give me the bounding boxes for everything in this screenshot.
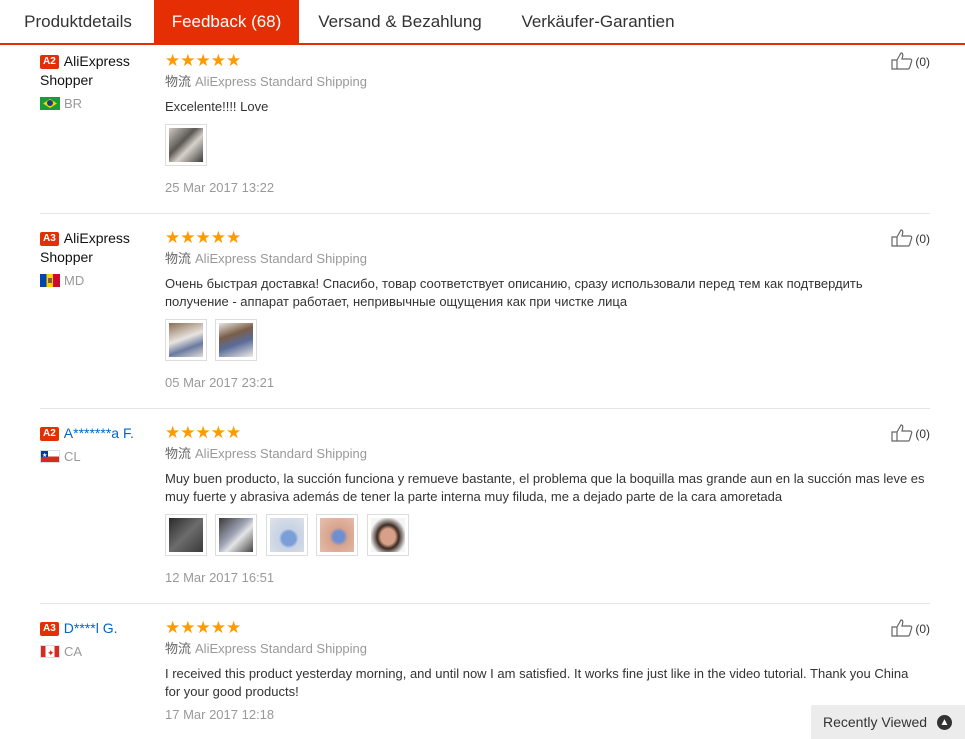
review-photos: [165, 514, 925, 556]
review-photo-thumbnail[interactable]: [165, 124, 207, 166]
reviewer-info: A2A*******a F. CL: [40, 424, 155, 465]
tab-produktdetails[interactable]: Produktdetails: [8, 0, 148, 44]
shipping-method: 物流 AliExpress Standard Shipping: [165, 446, 368, 461]
review-body: ★★★★★ 物流 AliExpress Standard Shipping Exc…: [165, 52, 925, 197]
reviewer-name[interactable]: A3 AliExpress Shopper: [40, 229, 155, 267]
review-date: 05 Mar 2017 23:21: [165, 375, 275, 390]
reviewer-country: CL: [40, 449, 155, 465]
shipping-method: 物流 AliExpress Standard Shipping: [165, 251, 368, 266]
review-body: ★★★★★ 物流 AliExpress Standard Shipping Оче…: [165, 229, 925, 392]
thumbs-up-icon[interactable]: [891, 424, 913, 442]
helpful-vote[interactable]: (0): [891, 52, 930, 71]
review-date: 25 Mar 2017 13:22: [165, 180, 275, 195]
review-item: A2A*******a F. CL ★★★★★ 物流AliExpress Sta…: [40, 424, 930, 604]
reviewer-country: MD: [40, 273, 155, 289]
tab-versand-bezahlung[interactable]: Versand & Bezahlung: [305, 0, 495, 44]
review-photos: [165, 319, 925, 361]
shipping-method: 物流 AliExpress Standard Shipping: [165, 74, 368, 89]
product-tabs: Produktdetails Feedback (68) Versand & B…: [0, 0, 965, 45]
tab-feedback[interactable]: Feedback (68): [154, 0, 299, 44]
review-text: Muy buen producto, la succión funciona y…: [165, 471, 925, 504]
review-body: ★★★★★ 物流 AliExpress Standard Shipping Muy…: [165, 424, 925, 587]
star-rating: ★★★★★: [165, 618, 242, 637]
review-text: Очень быстрая доставка! Спасибо, товар с…: [165, 276, 863, 309]
helpful-vote[interactable]: (0): [891, 424, 930, 443]
review-photo-thumbnail[interactable]: [366, 514, 409, 556]
helpful-vote[interactable]: (0): [891, 229, 930, 248]
review-text: Excelente!!!! Love: [165, 99, 269, 114]
review-item: A3D****l G. CA ★★★★★ 物流AliExpress Standa…: [40, 619, 930, 739]
review-item: A3 AliExpress Shopper MD ★★★★★ 物流 AliExpre…: [40, 229, 930, 409]
thumbs-up-icon[interactable]: [891, 52, 913, 70]
review-item: A2 AliExpress Shopper BR ★★★★★ 物流 AliExpre…: [40, 52, 930, 214]
thumbs-up-icon[interactable]: [891, 229, 913, 247]
star-rating: ★★★★★: [165, 51, 242, 70]
star-rating: ★★★★★: [165, 423, 242, 442]
buyer-level-badge: A3: [40, 232, 59, 246]
review-photo-thumbnail[interactable]: [316, 514, 359, 556]
reviewer-name[interactable]: A2 AliExpress Shopper: [40, 52, 155, 90]
reviewer-name[interactable]: A2 A*******a F.: [40, 424, 155, 443]
chevron-up-icon: ▲: [937, 715, 952, 730]
buyer-level-badge: A3: [40, 622, 59, 636]
reviewer-info: A2 AliExpress Shopper BR: [40, 52, 155, 112]
moldova-flag-icon: [40, 274, 60, 287]
review-photo-thumbnail[interactable]: [165, 514, 207, 556]
recently-viewed-button[interactable]: Recently Viewed ▲: [811, 705, 965, 739]
tab-verkaeufer-garantien[interactable]: Verkäufer-Garantien: [503, 0, 693, 44]
reviewer-country: CA: [40, 644, 155, 660]
shipping-method: 物流 AliExpress Standard Shipping: [165, 641, 368, 656]
reviewer-info: A3 AliExpress Shopper MD: [40, 229, 155, 289]
review-text: I received this product yesterday mornin…: [165, 666, 909, 699]
reviewer-info: A3D****l G. CA: [40, 619, 155, 660]
canada-flag-icon: [40, 645, 60, 658]
recently-viewed-label: Recently Viewed: [823, 714, 928, 730]
brazil-flag-icon: [40, 97, 60, 110]
review-photo-thumbnail[interactable]: [165, 319, 207, 361]
reviewer-name[interactable]: A3 D****l G.: [40, 619, 155, 638]
review-photos: [165, 124, 925, 166]
review-photo-thumbnail[interactable]: [215, 319, 258, 361]
buyer-level-badge: A2: [40, 55, 59, 69]
star-rating: ★★★★★: [165, 228, 242, 247]
thumbs-up-icon[interactable]: [891, 619, 913, 637]
review-photo-thumbnail[interactable]: [265, 514, 308, 556]
review-date: 12 Mar 2017 16:51: [165, 570, 275, 585]
reviewer-country: BR: [40, 96, 155, 112]
review-photo-thumbnail[interactable]: [215, 514, 258, 556]
buyer-level-badge: A2: [40, 427, 59, 441]
helpful-vote[interactable]: (0): [891, 619, 930, 638]
chile-flag-icon: [40, 450, 60, 463]
